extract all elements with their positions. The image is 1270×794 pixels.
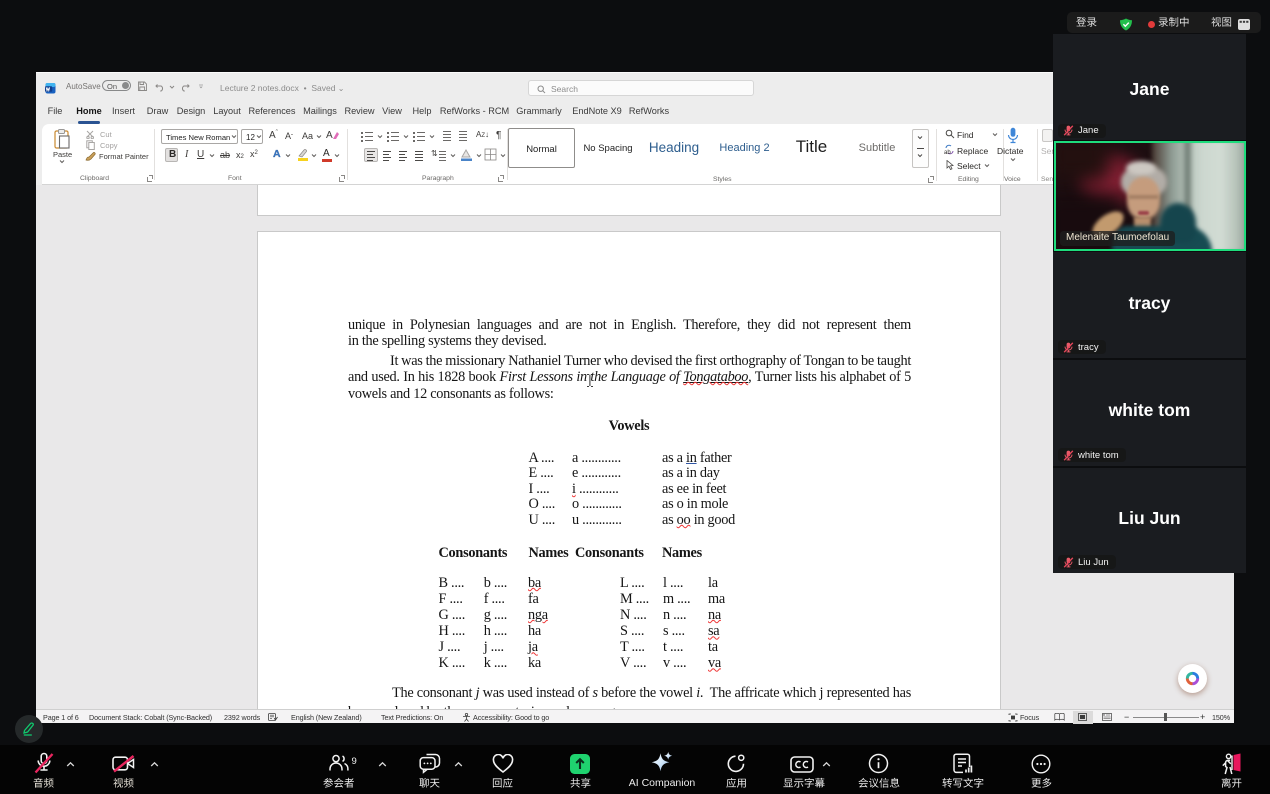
svg-text:ab: ab	[944, 150, 951, 155]
